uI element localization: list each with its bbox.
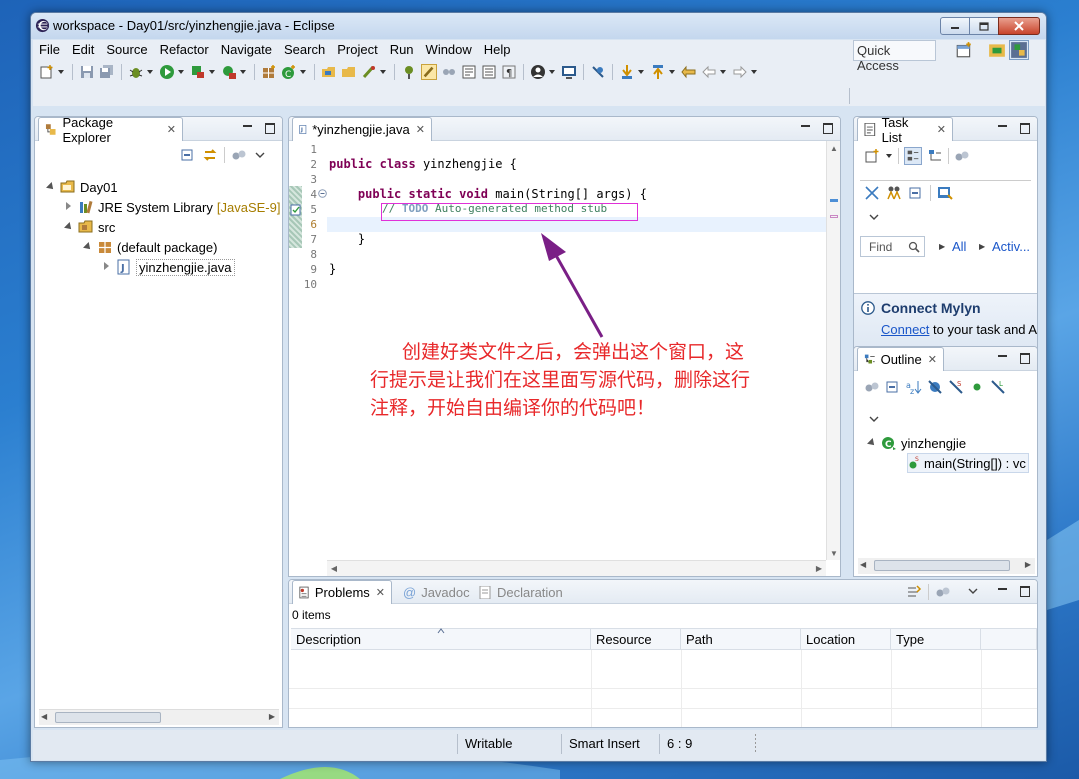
annotation-callout-text: 创建好类文件之后，会弹出这个窗口，这行提示是让我们在这里面写源代码，删除这行注释… <box>370 341 751 419</box>
